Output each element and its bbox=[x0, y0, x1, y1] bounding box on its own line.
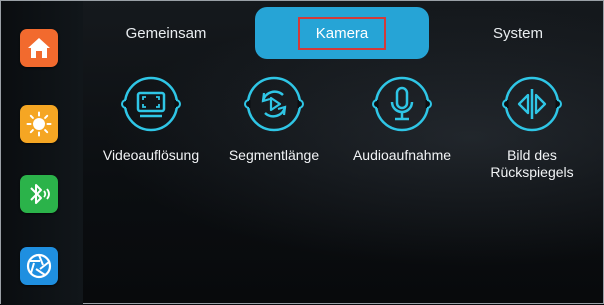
tab-gemeinsam[interactable]: Gemeinsam bbox=[83, 7, 249, 59]
sun-icon bbox=[26, 111, 52, 137]
brightness-button[interactable] bbox=[20, 105, 58, 143]
tab-label: Kamera bbox=[297, 16, 387, 50]
setting-audio-recording[interactable]: Audioaufnahme bbox=[343, 73, 461, 193]
setting-label: Segmentlänge bbox=[228, 147, 320, 163]
bluetooth-button[interactable] bbox=[20, 175, 58, 213]
microphone-icon bbox=[372, 76, 432, 132]
tab-system[interactable]: System bbox=[435, 7, 601, 59]
tab-kamera[interactable]: Kamera bbox=[255, 7, 429, 59]
tab-label: System bbox=[492, 24, 543, 42]
aperture-icon bbox=[26, 253, 52, 279]
setting-segment-length[interactable]: Segmentlänge bbox=[215, 73, 333, 193]
tab-bar: Gemeinsam Kamera System bbox=[83, 1, 604, 65]
home-button[interactable] bbox=[20, 29, 58, 67]
screen-resolution-icon bbox=[121, 76, 181, 132]
setting-label: Bild des Rückspiegels bbox=[490, 147, 574, 180]
mirror-flip-icon bbox=[502, 76, 562, 132]
home-icon bbox=[28, 38, 50, 58]
setting-video-resolution[interactable]: Videoauflösung bbox=[92, 73, 210, 193]
setting-label: Audioaufnahme bbox=[352, 147, 452, 163]
setting-mirror-image[interactable]: Bild des Rückspiegels bbox=[473, 73, 591, 193]
loop-play-icon bbox=[244, 76, 304, 132]
camera-settings-screen: Gemeinsam Kamera System Videoauflösung S… bbox=[0, 0, 604, 305]
bluetooth-icon bbox=[30, 184, 50, 204]
sidebar bbox=[1, 1, 83, 305]
camera-button[interactable] bbox=[20, 247, 58, 285]
setting-label: Videoauflösung bbox=[102, 147, 200, 163]
tab-label: Gemeinsam bbox=[125, 24, 207, 42]
